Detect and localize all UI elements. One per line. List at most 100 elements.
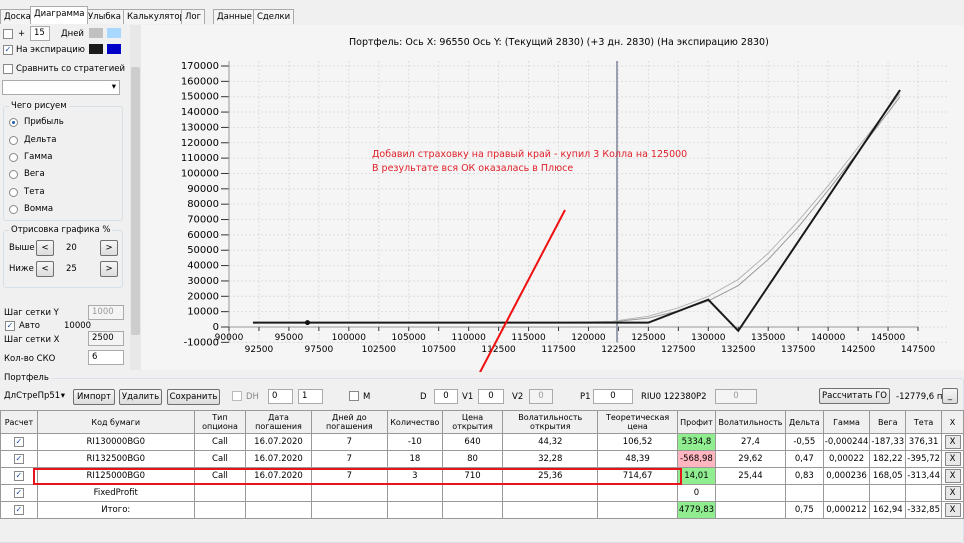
y-tick-label: 30000 bbox=[187, 276, 219, 287]
y-tick-label: 140000 bbox=[181, 107, 219, 118]
table-row[interactable]: ✓ Итого: 4779,83 0,75 0,000212 162,94 -332,85 X bbox=[0, 501, 964, 519]
checkbox[interactable]: ✓ bbox=[13, 454, 24, 464]
cell bbox=[822, 484, 871, 502]
remove-row-button[interactable]: X bbox=[941, 433, 964, 451]
p1-label: P1 bbox=[580, 392, 591, 402]
minimize-button[interactable]: _ bbox=[942, 388, 958, 404]
remove-row-button[interactable]: X bbox=[941, 484, 964, 502]
table-row[interactable]: ✓ RI132500BG0 Call 16.07.2020 7 18 80 32,28 48,3… bbox=[0, 450, 964, 468]
tab-diagram[interactable]: Диаграмма bbox=[30, 6, 89, 24]
x-tick-label: 107500 bbox=[422, 345, 457, 355]
series-line bbox=[252, 89, 901, 333]
column-header[interactable]: Гамма bbox=[822, 410, 871, 434]
checkbox[interactable]: ✓ bbox=[13, 471, 24, 481]
column-header[interactable]: Дата погашения bbox=[245, 410, 312, 434]
spinner-2[interactable]: 1 bbox=[298, 389, 323, 404]
table-row[interactable]: ✓ FixedProfit 0 X bbox=[0, 484, 964, 502]
cell: 162,94 bbox=[869, 501, 907, 519]
cell: 7 bbox=[310, 450, 388, 468]
column-header[interactable]: Тип опциона bbox=[193, 410, 247, 434]
y-tick-label: 80000 bbox=[187, 199, 219, 210]
calc-checkbox[interactable]: ✓ bbox=[0, 433, 38, 451]
cell: -187,33 bbox=[869, 433, 907, 451]
chart-annotation: Добавил страховку на правый край - купил… bbox=[372, 148, 687, 176]
cell bbox=[597, 484, 678, 502]
calc-checkbox[interactable]: ✓ bbox=[0, 450, 38, 468]
portfolio-combo[interactable]: ДлСтреПр51 ▾ bbox=[0, 389, 68, 404]
calc-checkbox[interactable]: ✓ bbox=[0, 501, 38, 519]
column-header[interactable]: X bbox=[941, 410, 964, 434]
calc-checkbox[interactable]: ✓ bbox=[0, 484, 38, 502]
y-tick-label: 10000 bbox=[187, 307, 219, 318]
close-icon[interactable]: X bbox=[944, 435, 961, 449]
column-header[interactable]: Вега bbox=[869, 410, 907, 434]
m-checkbox[interactable] bbox=[349, 391, 359, 401]
p1-input[interactable]: 0 bbox=[593, 389, 633, 404]
highlight-box bbox=[33, 468, 682, 485]
cell: 25,44 bbox=[715, 467, 786, 485]
annotation-line-2: В результате вся ОК оказалась в Плюсе bbox=[372, 163, 574, 174]
cell: 14,01 bbox=[676, 467, 717, 485]
annotation-line-1: Добавил страховку на правый край - купил… bbox=[372, 149, 688, 160]
dh-checkbox[interactable] bbox=[232, 391, 242, 401]
d-input[interactable]: 0 bbox=[434, 389, 458, 404]
column-header[interactable]: Дней до погашения bbox=[310, 410, 388, 434]
spinner-1[interactable]: 0 bbox=[268, 389, 293, 404]
remove-row-button[interactable]: X bbox=[941, 450, 964, 468]
column-header[interactable]: Теоретическая цена bbox=[597, 410, 678, 434]
v2-input[interactable]: 0 bbox=[529, 389, 553, 404]
import-button[interactable]: Импорт bbox=[73, 389, 115, 405]
column-header[interactable]: Количество bbox=[386, 410, 443, 434]
y-tick-label: 100000 bbox=[181, 168, 219, 179]
v1-input[interactable]: 0 bbox=[478, 389, 504, 404]
x-tick-label: 105000 bbox=[392, 333, 427, 343]
delete-button[interactable]: Удалить bbox=[119, 389, 162, 405]
x-tick-label: 90000 bbox=[215, 333, 244, 343]
cell: RI132500BG0 bbox=[36, 450, 195, 468]
cell bbox=[310, 484, 388, 502]
cell bbox=[441, 501, 504, 519]
y-tick-label: -10000 bbox=[184, 337, 219, 348]
y-tick-label: 0 bbox=[213, 322, 219, 333]
x-tick-label: 137500 bbox=[781, 345, 816, 355]
column-header[interactable]: Профит bbox=[676, 410, 717, 434]
cell bbox=[386, 484, 443, 502]
close-icon[interactable]: X bbox=[944, 469, 961, 483]
checkbox[interactable]: ✓ bbox=[13, 488, 24, 498]
close-icon[interactable]: X bbox=[944, 486, 961, 500]
column-header[interactable]: Тета bbox=[905, 410, 942, 434]
close-icon[interactable]: X bbox=[944, 452, 961, 466]
x-tick-label: 145000 bbox=[871, 333, 906, 343]
remove-row-button[interactable]: X bbox=[941, 467, 964, 485]
x-tick-label: 115000 bbox=[511, 333, 546, 343]
save-button[interactable]: Сохранить bbox=[167, 389, 220, 405]
cell: 0,000212 bbox=[822, 501, 871, 519]
calc-go-button[interactable]: Рассчитать ГО bbox=[819, 388, 890, 404]
x-tick-label: 97500 bbox=[305, 345, 334, 355]
column-header[interactable]: Волатильность bbox=[715, 410, 786, 434]
cell bbox=[715, 484, 786, 502]
column-header[interactable]: Волатильность открытия bbox=[502, 410, 599, 434]
remove-row-button[interactable]: X bbox=[941, 501, 964, 519]
p2-input[interactable]: 0 bbox=[715, 389, 757, 404]
cell bbox=[310, 501, 388, 519]
payoff-chart: 170000 160000 150000 140000 130000 120000 1100… bbox=[181, 61, 948, 372]
cell bbox=[597, 501, 678, 519]
cell: 0,83 bbox=[784, 467, 824, 485]
x-tick-label: 125000 bbox=[631, 333, 666, 343]
table-row[interactable]: ✓ RI130000BG0 Call 16.07.2020 7 -10 640 44,32 10… bbox=[0, 433, 964, 451]
column-header[interactable]: Цена открытия bbox=[441, 410, 504, 434]
calc-checkbox[interactable]: ✓ bbox=[0, 467, 38, 485]
checkbox[interactable]: ✓ bbox=[13, 437, 24, 447]
cell bbox=[245, 484, 312, 502]
column-header[interactable]: Код бумаги bbox=[36, 410, 195, 434]
column-header[interactable]: Расчет bbox=[0, 410, 38, 434]
x-tick-label: 135000 bbox=[751, 333, 786, 343]
x-tick-label: 95000 bbox=[275, 333, 304, 343]
close-icon[interactable]: X bbox=[944, 503, 961, 517]
v1-label: V1 bbox=[462, 392, 474, 402]
column-header[interactable]: Дельта bbox=[784, 410, 824, 434]
checkbox[interactable]: ✓ bbox=[13, 505, 24, 515]
x-tick-label: 127500 bbox=[661, 345, 696, 355]
y-tick-label: 40000 bbox=[187, 261, 219, 272]
